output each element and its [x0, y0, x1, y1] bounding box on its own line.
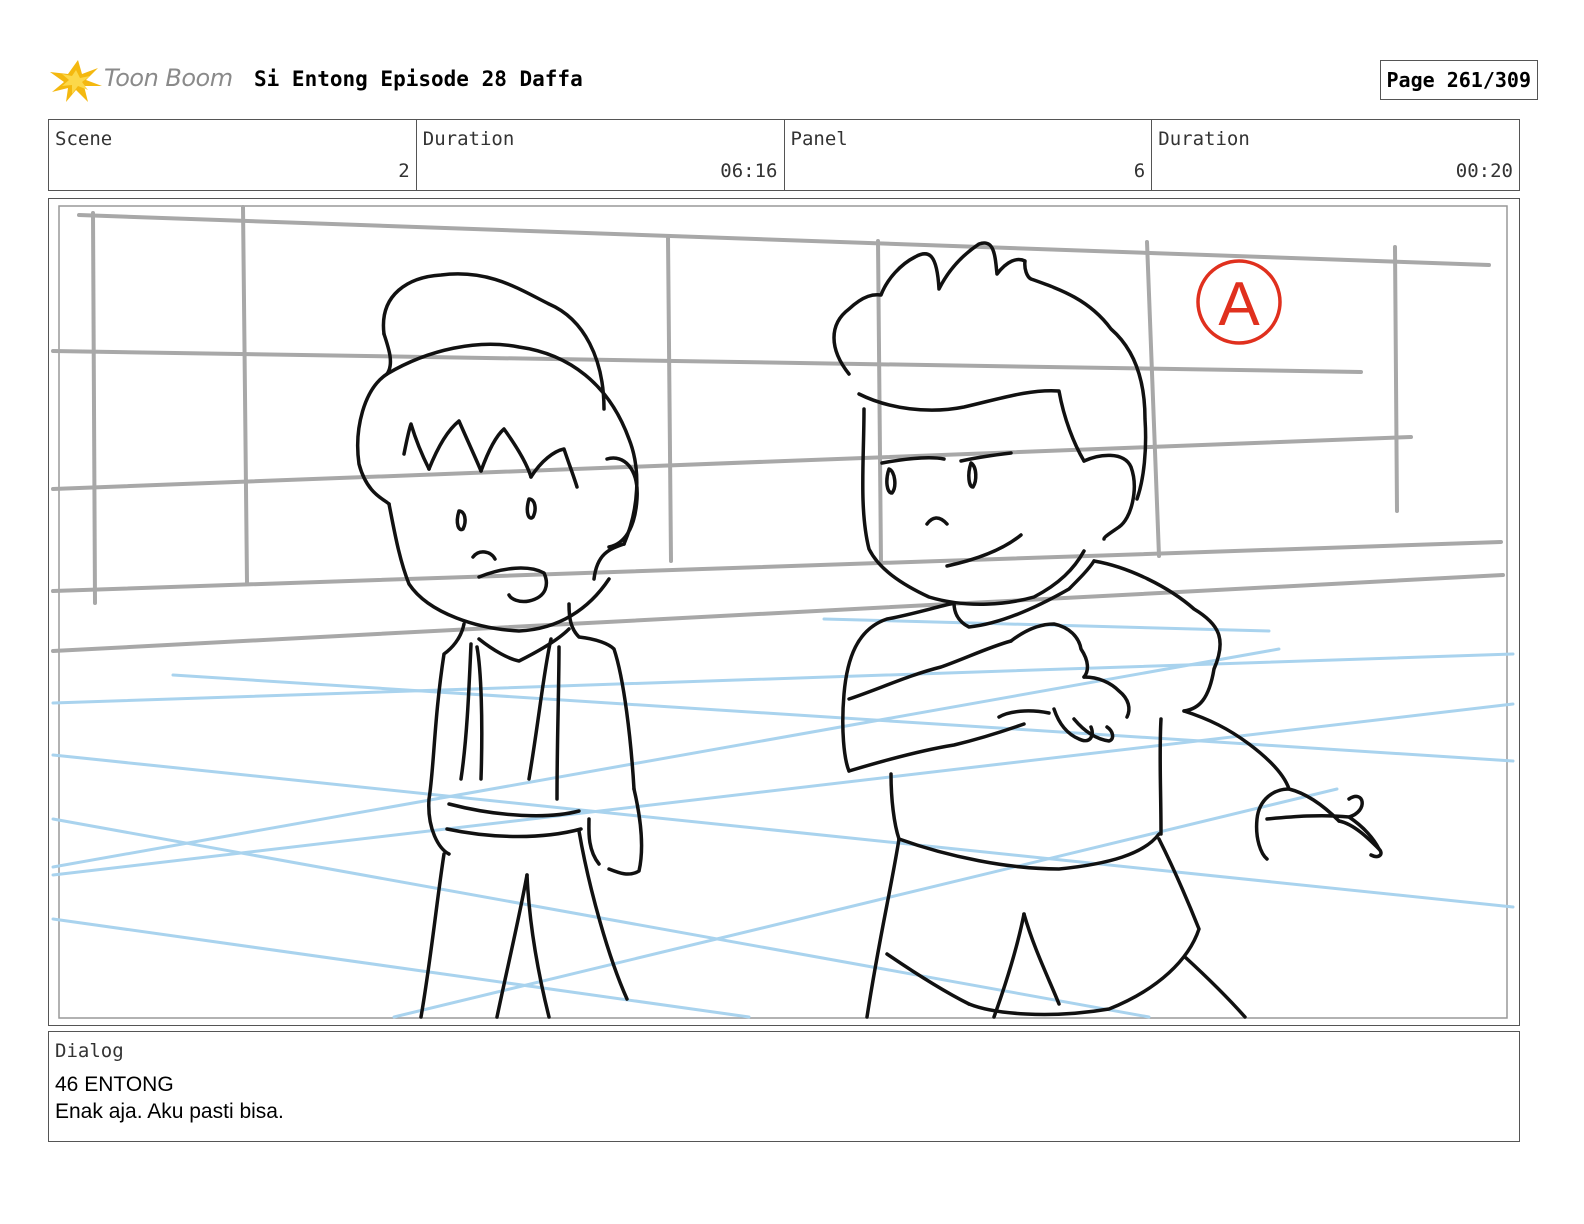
starburst-icon — [50, 60, 102, 102]
character-right — [832, 241, 1383, 1019]
panel-sketch: A — [51, 205, 1515, 1019]
panel-duration-cell: Duration 00:20 — [1152, 120, 1519, 190]
scene-duration-value: 06:16 — [720, 160, 778, 182]
wall-grid — [51, 205, 1505, 653]
page-header: Toon Boom Si Entong Episode 28 Daffa Pag… — [48, 58, 1538, 104]
document-title: Si Entong Episode 28 Daffa — [254, 67, 583, 91]
character-left — [355, 272, 644, 1019]
scene-info-row: Scene 2 Duration 06:16 Panel 6 Duration … — [48, 119, 1520, 191]
dialog-box: Dialog 46 ENTONG Enak aja. Aku pasti bis… — [48, 1031, 1520, 1142]
mark-letter: A — [1218, 270, 1260, 339]
dialog-text: Enak aja. Aku pasti bisa. — [55, 1100, 284, 1123]
toon-boom-logo: Toon Boom — [48, 58, 248, 104]
storyboard-panel: A — [48, 198, 1520, 1026]
dialog-speaker: 46 ENTONG — [55, 1073, 174, 1096]
panel-duration-label: Duration — [1158, 128, 1250, 150]
panel-label: Panel — [790, 128, 848, 150]
logo-text: Toon Boom — [104, 64, 233, 92]
scene-cell: Scene 2 — [49, 120, 417, 190]
panel-duration-value: 00:20 — [1455, 160, 1513, 182]
scene-duration-cell: Duration 06:16 — [417, 120, 785, 190]
dialog-label: Dialog — [55, 1040, 124, 1062]
panel-value: 6 — [1133, 160, 1146, 182]
circled-letter-mark: A — [1196, 259, 1282, 345]
panel-cell: Panel 6 — [785, 120, 1153, 190]
scene-value: 2 — [398, 160, 410, 182]
scene-duration-label: Duration — [422, 128, 515, 150]
page-counter: Page 261/309 — [1379, 60, 1538, 100]
scene-label: Scene — [55, 128, 113, 150]
